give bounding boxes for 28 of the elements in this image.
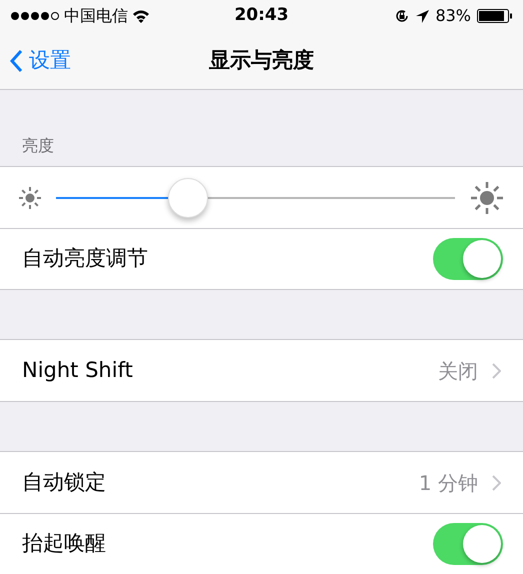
nav-title: 显示与亮度 [209,46,314,74]
row-value: 1 分钟 [418,470,478,496]
dim-sun-icon [18,186,42,210]
toggle-switch[interactable] [433,523,503,565]
battery-icon [477,9,513,23]
wifi-icon [132,9,150,23]
back-chevron-icon [10,50,23,72]
rotation-lock-icon [394,8,410,24]
location-arrow-icon [416,10,430,22]
row-label: 抬起唤醒 [22,530,107,558]
bright-sun-icon [469,180,505,216]
brightness-slider[interactable] [56,178,455,218]
clock-time: 20:43 [234,4,289,28]
settings-row[interactable]: Night Shift 关闭 [0,340,523,401]
chevron-icon [492,362,501,378]
row-label: 自动亮度调节 [22,245,149,272]
signal-icon [10,11,60,21]
toggle-switch[interactable] [433,238,503,280]
row-label: 自动锁定 [22,468,107,496]
slider-thumb[interactable] [168,178,208,218]
carrier-name: 中国电信 [64,5,128,27]
chevron-icon [492,474,501,490]
row-label: Night Shift [22,356,134,384]
row-value: 关闭 [438,358,478,384]
section-header: 亮度 [22,135,54,157]
back-button[interactable]: 设置 [10,44,71,76]
settings-row[interactable]: 自动锁定 1 分钟 [0,452,523,513]
battery-percent: 83% [435,5,471,27]
